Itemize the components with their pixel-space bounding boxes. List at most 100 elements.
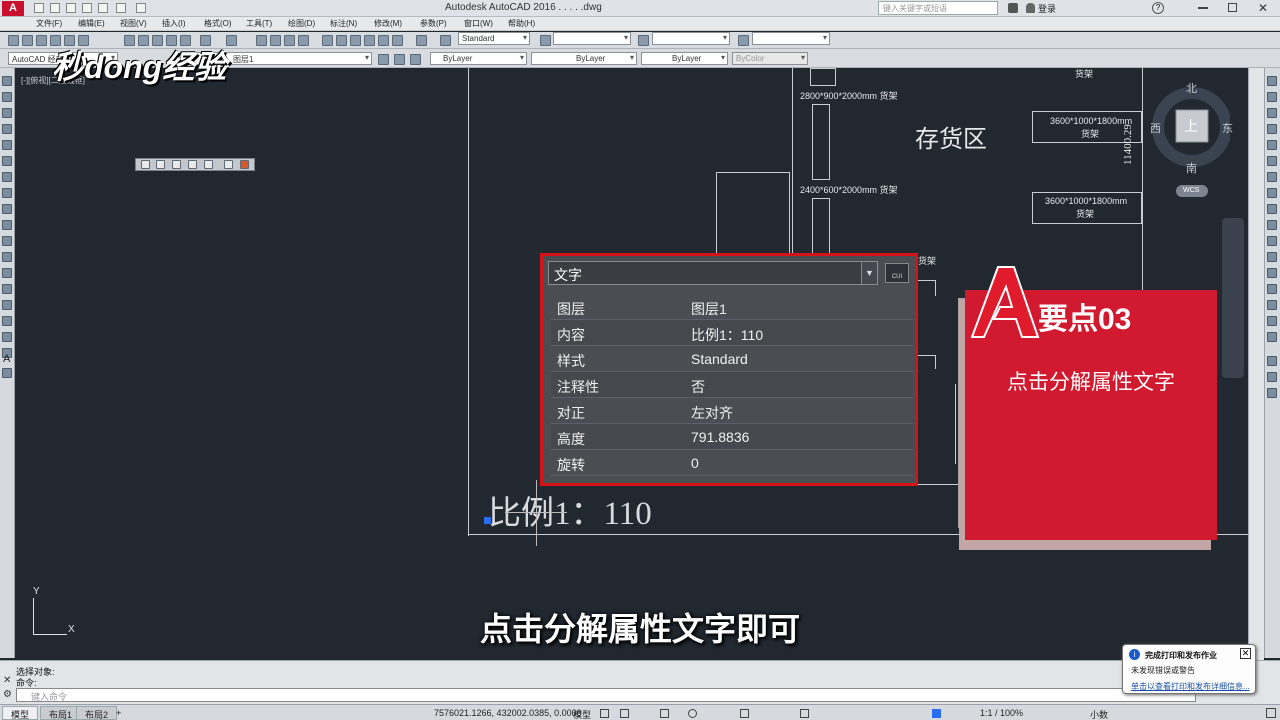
login-link[interactable]: 登录 <box>1038 2 1056 15</box>
close-button[interactable]: ✕ <box>1258 1 1268 15</box>
continuous-orbit-icon[interactable] <box>172 160 181 169</box>
arc-icon[interactable] <box>2 156 12 166</box>
menu-modify[interactable]: 修改(M) <box>374 18 402 29</box>
make-block-icon[interactable] <box>2 268 12 278</box>
ellipse-icon[interactable] <box>2 220 12 230</box>
spline-icon[interactable] <box>2 204 12 214</box>
dim-style-icon[interactable] <box>540 35 551 46</box>
move-icon[interactable] <box>1267 156 1277 166</box>
open-icon[interactable] <box>22 35 33 46</box>
new-file-icon[interactable] <box>34 3 44 13</box>
revcloud-icon[interactable] <box>2 188 12 198</box>
text-style-icon[interactable] <box>440 35 451 46</box>
grip-handle[interactable] <box>484 517 491 524</box>
save-tool-icon[interactable] <box>36 35 47 46</box>
copy-object-icon[interactable] <box>1267 92 1277 102</box>
undo-icon[interactable] <box>116 3 126 13</box>
menu-draw[interactable]: 绘图(D) <box>288 18 315 29</box>
walk-icon[interactable] <box>224 160 233 169</box>
wcs-label[interactable]: WCS <box>1183 187 1199 194</box>
pan-icon[interactable] <box>256 35 267 46</box>
properties-icon[interactable] <box>322 35 333 46</box>
linetype-select[interactable]: ByLayer <box>531 52 637 65</box>
extend-icon[interactable] <box>1267 236 1277 246</box>
insert-block-icon[interactable] <box>2 252 12 262</box>
autocad-logo-icon[interactable]: A <box>2 1 24 16</box>
zoom-window-icon[interactable] <box>284 35 295 46</box>
menu-help[interactable]: 帮助(H) <box>508 18 535 29</box>
tab-model[interactable]: 模型 <box>2 706 39 720</box>
layer-previous-icon[interactable] <box>394 54 405 65</box>
snap-icon[interactable] <box>620 709 629 718</box>
menu-parameters[interactable]: 参数(P) <box>420 18 447 29</box>
menu-edit[interactable]: 编辑(E) <box>78 18 105 29</box>
gradient-icon[interactable] <box>2 316 12 326</box>
hatch-icon[interactable] <box>2 300 12 310</box>
property-value[interactable]: 比例1：110 <box>691 325 763 345</box>
make-layer-current-icon[interactable] <box>378 54 389 65</box>
menu-format[interactable]: 格式(O) <box>204 18 232 29</box>
swivel-icon[interactable] <box>204 160 213 169</box>
table-style-icon[interactable] <box>638 35 649 46</box>
layer-state-icon[interactable] <box>410 54 421 65</box>
mleader-style-icon[interactable] <box>738 35 749 46</box>
compass-south[interactable]: 南 <box>1186 160 1197 176</box>
command-input[interactable]: 键入命令 <box>16 688 1196 702</box>
add-selected-icon[interactable] <box>2 368 12 378</box>
sheet-set-icon[interactable] <box>364 35 375 46</box>
help-tool-icon[interactable] <box>416 35 427 46</box>
cube-top-label[interactable]: 上 <box>1184 116 1198 136</box>
explode-icon[interactable] <box>1267 332 1277 342</box>
open-file-icon[interactable] <box>50 3 60 13</box>
property-value[interactable]: 图层1 <box>691 299 727 319</box>
viewport-scale[interactable]: 1:1 / 100% <box>980 708 1023 718</box>
property-row[interactable]: 对正 左对齐 <box>551 398 913 424</box>
erase-icon[interactable] <box>1267 76 1277 86</box>
array-icon[interactable] <box>1267 140 1277 150</box>
save-as-icon[interactable] <box>82 3 92 13</box>
lineweight-select[interactable]: ByLayer <box>641 52 728 65</box>
customize-icon[interactable] <box>1266 708 1276 718</box>
tab-layout2[interactable]: 布局2 <box>76 706 118 720</box>
chevron-down-icon[interactable]: ▼ <box>861 262 877 284</box>
circle-icon[interactable] <box>2 172 12 182</box>
menu-dimension[interactable]: 标注(N) <box>330 18 357 29</box>
polyline-icon[interactable] <box>2 108 12 118</box>
zoom-realtime-icon[interactable] <box>270 35 281 46</box>
quickcalc-icon[interactable] <box>392 35 403 46</box>
binoculars-icon[interactable] <box>1008 3 1018 13</box>
scale-text[interactable]: 比例1：110 <box>488 486 652 534</box>
tool-palettes-icon[interactable] <box>350 35 361 46</box>
fillet-icon[interactable] <box>1267 300 1277 310</box>
blend-icon[interactable] <box>1267 316 1277 326</box>
join-icon[interactable] <box>1267 268 1277 278</box>
restore-button[interactable] <box>1228 3 1237 12</box>
compass-west[interactable]: 西 <box>1150 120 1161 136</box>
dim-style-select[interactable] <box>553 32 631 45</box>
point-icon[interactable] <box>2 284 12 294</box>
region-icon[interactable] <box>2 332 12 342</box>
mleader-style-select[interactable] <box>752 32 830 45</box>
navigation-bar[interactable] <box>1222 218 1244 378</box>
measure-icon[interactable] <box>1267 388 1277 398</box>
property-row[interactable]: 内容 比例1：110 <box>551 320 913 346</box>
object-type-select[interactable]: 文字 ▼ <box>548 261 878 285</box>
property-row[interactable]: 图层 图层1 <box>551 294 913 320</box>
rotate-icon[interactable] <box>1267 172 1277 182</box>
chamfer-icon[interactable] <box>1267 284 1277 294</box>
polygon-icon[interactable] <box>2 124 12 134</box>
property-row[interactable]: 样式 Standard <box>551 346 913 372</box>
notification-link[interactable]: 单击以查看打印和发布详细信息... <box>1131 681 1250 692</box>
property-value[interactable]: 左对齐 <box>691 403 733 423</box>
design-center-icon[interactable] <box>336 35 347 46</box>
break-icon[interactable] <box>1267 252 1277 262</box>
property-value[interactable]: 否 <box>691 377 705 397</box>
minimize-button[interactable] <box>1198 7 1208 9</box>
floating-toolbar[interactable] <box>135 158 255 171</box>
qnew-icon[interactable] <box>8 35 19 46</box>
fly-icon[interactable] <box>240 160 249 169</box>
cui-icon[interactable]: CUI <box>885 263 909 283</box>
user-icon[interactable] <box>1026 3 1035 13</box>
markup-icon[interactable] <box>378 35 389 46</box>
units-readout[interactable]: 小数 <box>1090 708 1108 720</box>
